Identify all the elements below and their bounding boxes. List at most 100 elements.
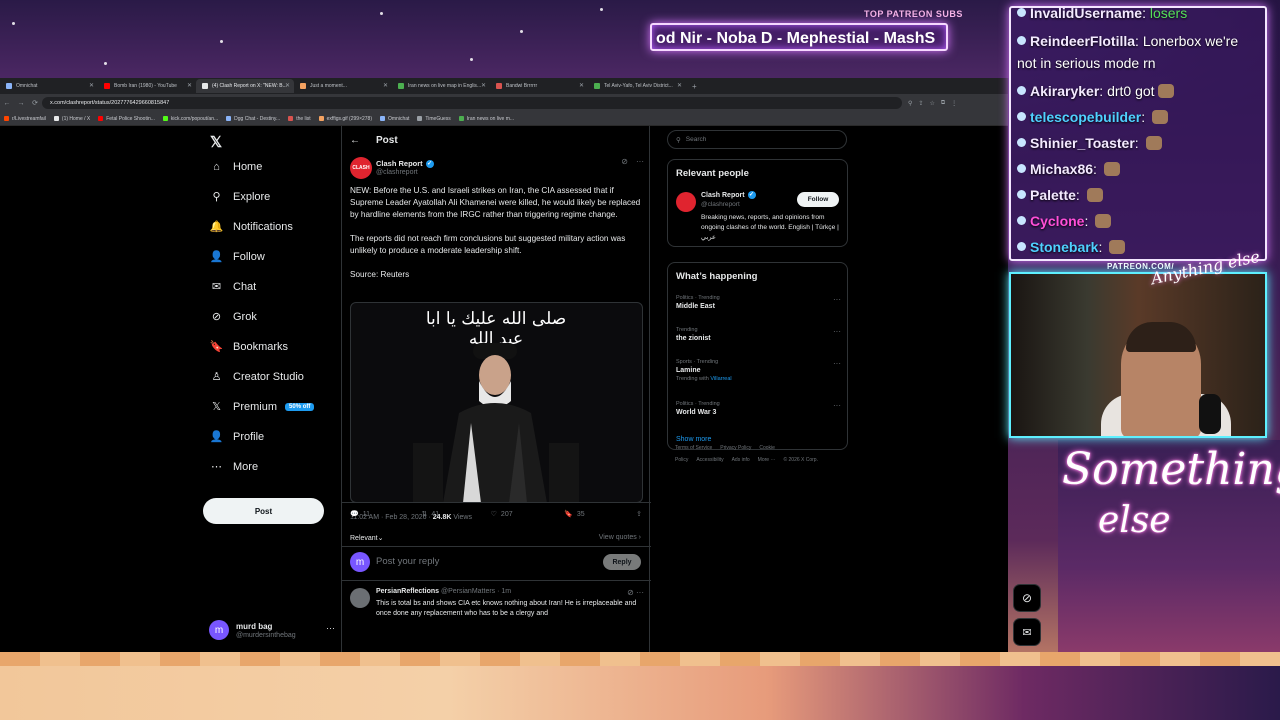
close-icon[interactable]: ✕: [89, 82, 94, 89]
bookmark-item[interactable]: (1) Home / X: [53, 116, 90, 122]
post-header: ← Post: [342, 126, 651, 154]
repost-button[interactable]: ⇅ 41: [421, 510, 439, 519]
view-quotes-link[interactable]: View quotes ›: [599, 534, 641, 541]
nav-item-label: Notifications: [233, 220, 293, 233]
search-input[interactable]: ⚲ Search: [667, 130, 847, 149]
bookmark-item[interactable]: exffigs.gif (299×278): [318, 116, 372, 122]
post-button[interactable]: Post: [203, 498, 324, 524]
reply-submit-button[interactable]: Reply: [603, 554, 641, 570]
nav-item-creator-studio[interactable]: ♙ Creator Studio: [210, 370, 304, 384]
author-handle[interactable]: @clashreport: [376, 169, 418, 176]
chat-badge-icon: [1017, 138, 1026, 147]
browser-tab[interactable]: Iran news on live map in Englis... ✕: [392, 79, 490, 93]
profile-icon: 👤: [209, 431, 224, 443]
browser-tab[interactable]: Bandwi Brrrrrr ✕: [490, 79, 588, 93]
footer-link[interactable]: Accessibility: [696, 457, 723, 463]
follow-button[interactable]: Follow: [797, 192, 839, 207]
nav-item-home[interactable]: ⌂ Home: [210, 160, 262, 173]
browser-tab[interactable]: Omnichat ✕: [0, 79, 98, 93]
close-icon[interactable]: ✕: [285, 82, 290, 89]
reply-input[interactable]: Post your reply: [376, 556, 439, 567]
bookmark-item[interactable]: TimeGuess: [417, 116, 451, 122]
bookmark-item[interactable]: Iran news on live m...: [458, 116, 514, 122]
reply-author[interactable]: PersianReflections @PersianMatters · 1m: [376, 588, 511, 595]
close-icon[interactable]: ✕: [677, 82, 682, 89]
more-icon[interactable]: ···: [833, 359, 841, 368]
more-icon[interactable]: ···: [833, 295, 841, 304]
more-icon[interactable]: ···: [833, 401, 841, 410]
star-icon[interactable]: ☆: [929, 100, 934, 107]
chat-message: Stonebark:: [1017, 236, 1126, 258]
grok-icon[interactable]: ⊘: [621, 157, 628, 166]
reply-tools[interactable]: ⊘ ···: [627, 588, 644, 597]
footer-link[interactable]: More ···: [758, 457, 776, 463]
zoom-icon[interactable]: ⚲: [908, 100, 912, 107]
reload-icon[interactable]: ⟳: [28, 99, 42, 107]
footer-link[interactable]: Terms of Service: [675, 445, 712, 451]
nav-item-notifications[interactable]: 🔔 Notifications: [210, 220, 293, 234]
avatar[interactable]: [676, 192, 696, 212]
close-icon[interactable]: ✕: [187, 82, 192, 89]
browser-tab[interactable]: Just a moment... ✕: [294, 79, 392, 93]
nav-item-label: Explore: [233, 190, 271, 203]
mail-icon[interactable]: ✉: [1013, 618, 1041, 646]
back-icon[interactable]: ←: [0, 100, 14, 107]
rp-name[interactable]: Clash Report ✓: [701, 191, 756, 199]
account-switcher[interactable]: m murd bag @murdersinthebag ···: [209, 618, 335, 642]
address-text: x.com/clashreport/status/202777642966081…: [50, 100, 170, 106]
back-arrow-icon[interactable]: ←: [342, 135, 368, 146]
share-icon[interactable]: ⇪: [918, 100, 923, 107]
browser-tab[interactable]: Bomb Iran (1980) - YouTube ✕: [98, 79, 196, 93]
share-button[interactable]: ⇪: [636, 510, 642, 518]
chat-badge-icon: [1017, 216, 1026, 225]
trend-item[interactable]: Trending the zionist ···: [676, 327, 841, 342]
forward-icon[interactable]: →: [14, 100, 28, 107]
close-icon[interactable]: ✕: [481, 82, 486, 89]
bookmark-item[interactable]: Omnichat: [380, 116, 409, 122]
more-icon[interactable]: ···: [326, 623, 335, 633]
extensions-icon[interactable]: ⧉: [941, 100, 945, 107]
like-button[interactable]: ♡ 207: [491, 510, 513, 519]
browser-tab[interactable]: (4) Clash Report on X: "NEW: B... ✕: [196, 79, 294, 93]
address-input[interactable]: x.com/clashreport/status/202777642966081…: [42, 97, 902, 109]
nav-item-chat[interactable]: ✉ Chat: [210, 280, 256, 294]
footer-link[interactable]: Privacy Policy: [720, 445, 751, 451]
footer-link[interactable]: © 2026 X Corp.: [783, 457, 818, 463]
nav-item-more[interactable]: ⋯ More: [210, 460, 258, 474]
tweet-image[interactable]: صلى الله عليك يا ابا عبد الله: [350, 302, 643, 503]
sort-dropdown[interactable]: Relevant⌄: [350, 534, 384, 542]
nav-item-profile[interactable]: 👤 Profile: [209, 430, 265, 444]
nav-item-follow[interactable]: 👤 Follow: [210, 250, 265, 264]
bookmark-item[interactable]: the list: [288, 116, 311, 122]
chat-text: Lonerbox we're: [1142, 33, 1239, 49]
nav-item-premium[interactable]: 𝕏 Premium 50% off: [210, 400, 315, 413]
reply-button[interactable]: 💬 11: [350, 510, 370, 519]
bookmark-item[interactable]: kick.com/popout/an...: [162, 116, 218, 122]
rp-handle[interactable]: @clashreport: [701, 201, 740, 208]
streamer-hair: [1126, 322, 1196, 352]
x-logo-icon[interactable]: 𝕏: [210, 133, 222, 151]
footer-link[interactable]: Ads info: [732, 457, 750, 463]
new-tab-icon[interactable]: +: [686, 82, 703, 91]
nav-item-grok[interactable]: ⊘ Grok: [210, 310, 257, 324]
grok-icon[interactable]: ⊘: [1013, 584, 1041, 612]
more-icon[interactable]: ···: [833, 327, 841, 336]
browser-tab[interactable]: Tel Aviv-Yafo, Tel Aviv District... ✕: [588, 79, 686, 93]
trend-item[interactable]: Politics · Trending World War 3 ···: [676, 401, 841, 416]
bookmark-item[interactable]: Fetal Police Shootin...: [98, 116, 155, 122]
trend-item[interactable]: Sports · Trending Lamine Trending with Vil…: [676, 359, 841, 382]
menu-icon[interactable]: ⋮: [951, 100, 957, 107]
author-name[interactable]: Clash Report ✓: [376, 159, 434, 168]
trend-with-link[interactable]: Villarreal: [710, 376, 731, 382]
bookmark-item[interactable]: r/Livestreamfail: [4, 116, 46, 122]
close-icon[interactable]: ✕: [579, 82, 584, 89]
trend-item[interactable]: Politics · Trending Middle East ···: [676, 295, 841, 310]
bookmark-button[interactable]: 🔖 35: [564, 510, 585, 519]
close-icon[interactable]: ✕: [383, 82, 388, 89]
bookmark-item[interactable]: Dgg Chat - Destiny...: [226, 116, 280, 122]
more-icon[interactable]: ···: [636, 157, 644, 166]
nav-item-bookmarks[interactable]: 🔖 Bookmarks: [210, 340, 288, 354]
nav-item-explore[interactable]: ⚲ Explore: [210, 190, 271, 204]
author-avatar[interactable]: CLASH: [350, 157, 372, 179]
avatar[interactable]: [350, 588, 370, 608]
